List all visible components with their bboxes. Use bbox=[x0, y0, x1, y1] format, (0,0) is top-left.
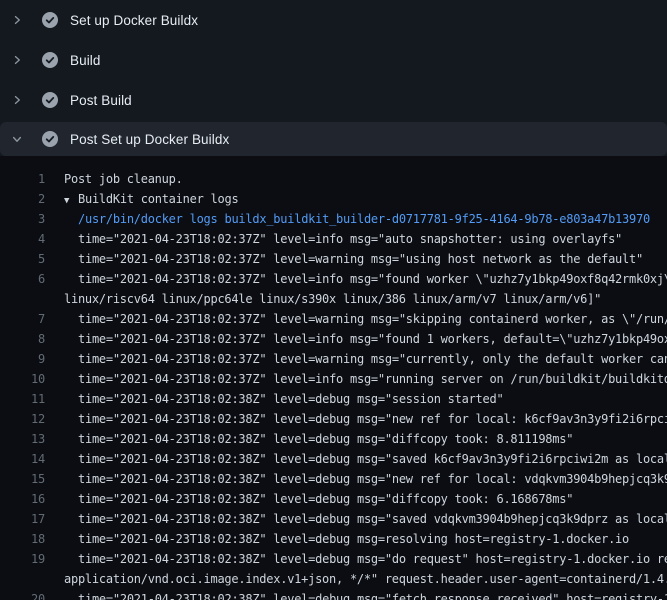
line-number[interactable]: 16 bbox=[0, 489, 45, 509]
line-number[interactable]: 9 bbox=[0, 349, 45, 369]
line-number[interactable]: 1 bbox=[0, 169, 45, 189]
line-number[interactable]: 13 bbox=[0, 429, 45, 449]
line-number[interactable] bbox=[0, 289, 45, 309]
line-number[interactable]: 11 bbox=[0, 389, 45, 409]
log-line: 7 time="2021-04-23T18:02:37Z" level=warn… bbox=[0, 309, 667, 329]
log-line: 15 time="2021-04-23T18:02:38Z" level=deb… bbox=[0, 469, 667, 489]
log-text: time="2021-04-23T18:02:38Z" level=debug … bbox=[78, 549, 667, 569]
check-circle-icon bbox=[42, 92, 58, 108]
log-line: 14 time="2021-04-23T18:02:38Z" level=deb… bbox=[0, 449, 667, 469]
line-number[interactable]: 14 bbox=[0, 449, 45, 469]
check-circle-icon bbox=[42, 52, 58, 68]
log-line: 10 time="2021-04-23T18:02:37Z" level=inf… bbox=[0, 369, 667, 389]
log-text: time="2021-04-23T18:02:37Z" level=warnin… bbox=[78, 249, 643, 269]
line-number[interactable]: 12 bbox=[0, 409, 45, 429]
log-line: application/vnd.oci.image.index.v1+json,… bbox=[0, 569, 667, 589]
group-toggle-icon[interactable]: ▼ bbox=[64, 191, 78, 211]
log-text: time="2021-04-23T18:02:38Z" level=debug … bbox=[78, 489, 573, 509]
line-number[interactable]: 2 bbox=[0, 189, 45, 209]
log-line: 4 time="2021-04-23T18:02:37Z" level=info… bbox=[0, 229, 667, 249]
log-panel: 1 Post job cleanup. 2 ▼BuildKit containe… bbox=[0, 156, 667, 600]
chevron-right-icon bbox=[10, 54, 24, 66]
log-line: 9 time="2021-04-23T18:02:37Z" level=warn… bbox=[0, 349, 667, 369]
line-number[interactable]: 7 bbox=[0, 309, 45, 329]
log-line: 2 ▼BuildKit container logs bbox=[0, 189, 667, 209]
line-number[interactable]: 8 bbox=[0, 329, 45, 349]
line-number[interactable]: 15 bbox=[0, 469, 45, 489]
log-text: application/vnd.oci.image.index.v1+json,… bbox=[64, 569, 667, 589]
log-text: ▼BuildKit container logs bbox=[64, 189, 238, 209]
line-number[interactable]: 4 bbox=[0, 229, 45, 249]
step-header[interactable]: Build bbox=[0, 40, 667, 80]
line-number[interactable]: 5 bbox=[0, 249, 45, 269]
line-number[interactable]: 20 bbox=[0, 589, 45, 600]
log-text: time="2021-04-23T18:02:37Z" level=info m… bbox=[78, 329, 667, 349]
log-text: /usr/bin/docker logs buildx_buildkit_bui… bbox=[78, 209, 650, 229]
log-text: time="2021-04-23T18:02:37Z" level=warnin… bbox=[78, 349, 667, 369]
step-title: Build bbox=[70, 53, 101, 68]
log-text: time="2021-04-23T18:02:38Z" level=debug … bbox=[78, 429, 573, 449]
log-text: time="2021-04-23T18:02:38Z" level=debug … bbox=[78, 409, 667, 429]
log-text: time="2021-04-23T18:02:37Z" level=info m… bbox=[78, 229, 622, 249]
chevron-right-icon bbox=[10, 94, 24, 106]
line-number[interactable]: 3 bbox=[0, 209, 45, 229]
line-number[interactable]: 6 bbox=[0, 269, 45, 289]
log-line: 13 time="2021-04-23T18:02:38Z" level=deb… bbox=[0, 429, 667, 449]
log-text: time="2021-04-23T18:02:37Z" level=info m… bbox=[78, 369, 667, 389]
step-header[interactable]: Set up Docker Buildx bbox=[0, 0, 667, 40]
line-number[interactable]: 10 bbox=[0, 369, 45, 389]
line-number[interactable]: 19 bbox=[0, 549, 45, 569]
step-title: Post Build bbox=[70, 93, 132, 108]
log-text: time="2021-04-23T18:02:38Z" level=debug … bbox=[78, 529, 629, 549]
log-line: 8 time="2021-04-23T18:02:37Z" level=info… bbox=[0, 329, 667, 349]
log-line: 11 time="2021-04-23T18:02:38Z" level=deb… bbox=[0, 389, 667, 409]
line-number[interactable]: 17 bbox=[0, 509, 45, 529]
check-circle-icon bbox=[42, 131, 58, 147]
log-line: 3 /usr/bin/docker logs buildx_buildkit_b… bbox=[0, 209, 667, 229]
log-line: 20 time="2021-04-23T18:02:38Z" level=deb… bbox=[0, 589, 667, 600]
log-text: time="2021-04-23T18:02:38Z" level=debug … bbox=[78, 389, 503, 409]
log-line: 19 time="2021-04-23T18:02:38Z" level=deb… bbox=[0, 549, 667, 569]
step-header[interactable]: Post Build bbox=[0, 80, 667, 120]
log-text: time="2021-04-23T18:02:37Z" level=warnin… bbox=[78, 309, 667, 329]
chevron-right-icon bbox=[10, 14, 24, 26]
log-text: time="2021-04-23T18:02:38Z" level=debug … bbox=[78, 589, 667, 600]
log-text: time="2021-04-23T18:02:38Z" level=debug … bbox=[78, 469, 667, 489]
line-number[interactable]: 18 bbox=[0, 529, 45, 549]
chevron-down-icon bbox=[10, 133, 24, 145]
log-line: 6 time="2021-04-23T18:02:37Z" level=info… bbox=[0, 269, 667, 289]
log-line: 18 time="2021-04-23T18:02:38Z" level=deb… bbox=[0, 529, 667, 549]
log-text: time="2021-04-23T18:02:38Z" level=debug … bbox=[78, 509, 667, 529]
log-text: time="2021-04-23T18:02:38Z" level=debug … bbox=[78, 449, 667, 469]
log-line: 12 time="2021-04-23T18:02:38Z" level=deb… bbox=[0, 409, 667, 429]
line-number[interactable] bbox=[0, 569, 45, 589]
log-line: 5 time="2021-04-23T18:02:37Z" level=warn… bbox=[0, 249, 667, 269]
check-circle-icon bbox=[42, 12, 58, 28]
step-list: Set up Docker Buildx Build Post Build bbox=[0, 0, 667, 120]
step-title: Post Set up Docker Buildx bbox=[70, 132, 229, 147]
step-title: Set up Docker Buildx bbox=[70, 13, 198, 28]
log-line: 17 time="2021-04-23T18:02:38Z" level=deb… bbox=[0, 509, 667, 529]
workflow-log-viewer: Set up Docker Buildx Build Post Build Po… bbox=[0, 0, 667, 600]
log-text: linux/riscv64 linux/ppc64le linux/s390x … bbox=[64, 289, 601, 309]
log-line: linux/riscv64 linux/ppc64le linux/s390x … bbox=[0, 289, 667, 309]
log-line: 16 time="2021-04-23T18:02:38Z" level=deb… bbox=[0, 489, 667, 509]
log-text: Post job cleanup. bbox=[64, 169, 183, 189]
log-text: time="2021-04-23T18:02:37Z" level=info m… bbox=[78, 269, 667, 289]
step-header-expanded[interactable]: Post Set up Docker Buildx bbox=[0, 122, 667, 156]
log-line: 1 Post job cleanup. bbox=[0, 169, 667, 189]
